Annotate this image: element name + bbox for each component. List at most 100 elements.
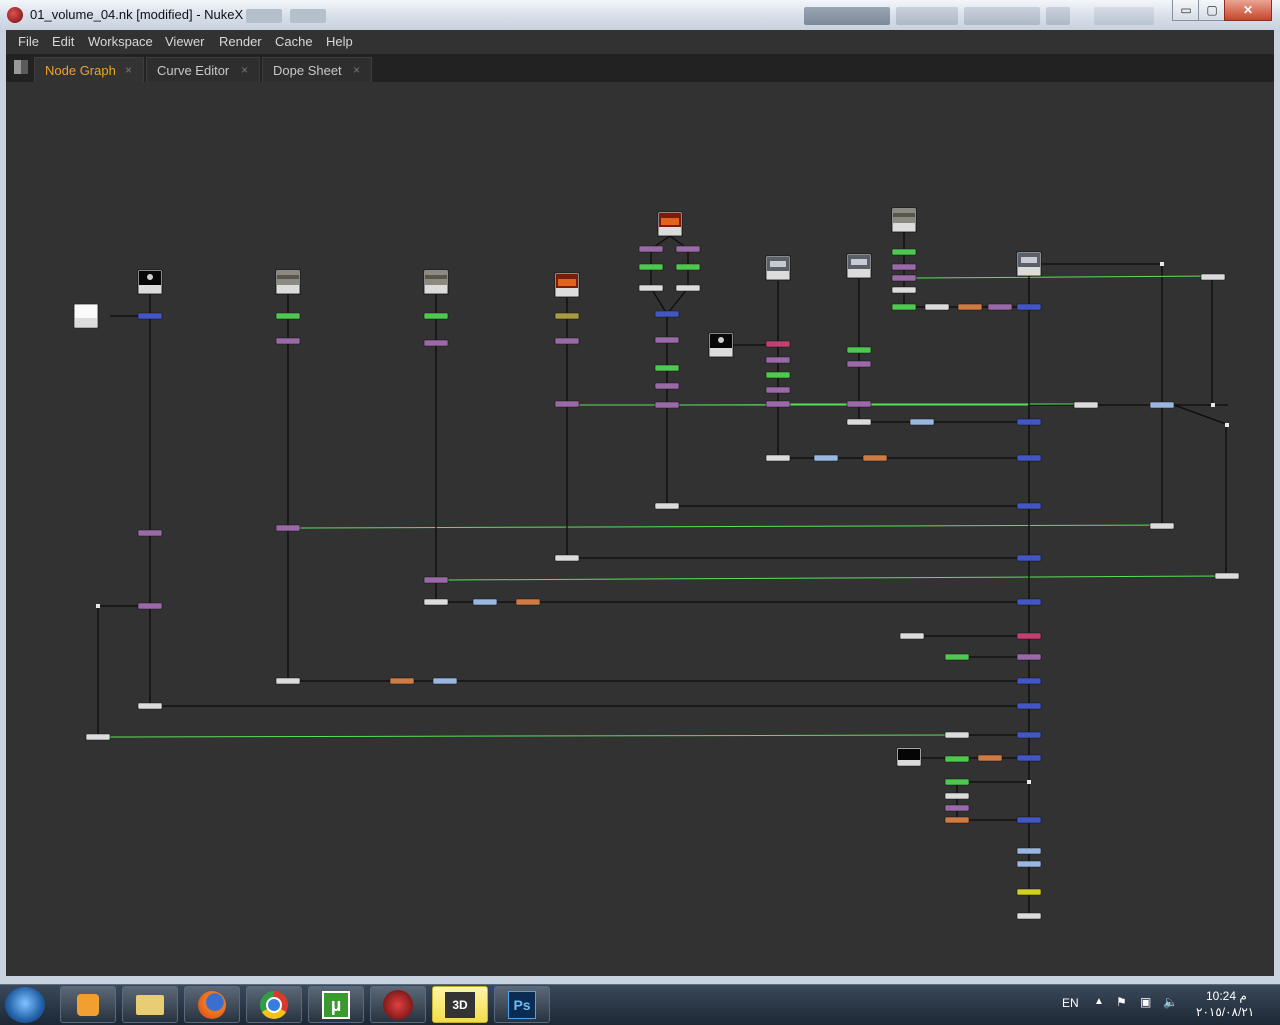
graph-node[interactable] <box>944 778 970 786</box>
graph-node[interactable] <box>1073 401 1099 409</box>
graph-node[interactable] <box>765 386 791 394</box>
graph-node[interactable] <box>899 632 925 640</box>
graph-node[interactable] <box>1149 401 1175 409</box>
graph-node[interactable] <box>1016 731 1042 739</box>
graph-node[interactable] <box>638 245 664 253</box>
graph-node[interactable] <box>891 248 917 256</box>
graph-node[interactable] <box>654 502 680 510</box>
graph-node[interactable] <box>1016 598 1042 606</box>
firefox-icon[interactable] <box>184 986 240 1023</box>
close-button[interactable]: ✕ <box>1224 0 1272 21</box>
graph-node[interactable] <box>765 356 791 364</box>
graph-node[interactable] <box>1016 754 1042 762</box>
graph-node[interactable] <box>1016 418 1042 426</box>
graph-node[interactable] <box>1016 454 1042 462</box>
graph-node[interactable] <box>275 524 301 532</box>
graph-node[interactable] <box>1016 912 1042 920</box>
graph-node[interactable] <box>846 400 872 408</box>
menu-render[interactable]: Render <box>219 34 262 49</box>
graph-node[interactable] <box>137 312 163 320</box>
utorrent-icon[interactable]: µ <box>308 986 364 1023</box>
graph-node[interactable] <box>554 312 580 320</box>
windows-media-player-icon[interactable] <box>60 986 116 1023</box>
workspace-button[interactable] <box>896 7 958 25</box>
graph-node[interactable] <box>765 400 791 408</box>
chrome-icon[interactable] <box>246 986 302 1023</box>
graph-node[interactable] <box>554 554 580 562</box>
graph-node[interactable] <box>275 337 301 345</box>
graph-node[interactable] <box>1016 888 1042 896</box>
graph-node[interactable] <box>554 337 580 345</box>
graph-node[interactable] <box>1016 303 1042 311</box>
movie-maker-icon[interactable]: 3D <box>432 986 488 1023</box>
graph-node[interactable] <box>846 418 872 426</box>
graph-node[interactable] <box>275 312 301 320</box>
graph-node[interactable] <box>675 263 701 271</box>
graph-node[interactable] <box>675 245 701 253</box>
graph-node[interactable] <box>423 598 449 606</box>
graph-node[interactable] <box>1016 847 1042 855</box>
graph-node[interactable] <box>909 418 935 426</box>
graph-node[interactable] <box>1016 554 1042 562</box>
clock-date[interactable]: ٢٠١٥/٠٨/٢١ <box>1196 1005 1254 1019</box>
graph-node[interactable] <box>423 312 449 320</box>
quick-access-button[interactable] <box>246 9 282 23</box>
pane-menu-icon[interactable] <box>14 60 28 74</box>
language-indicator[interactable]: EN <box>1062 996 1079 1010</box>
graph-node[interactable] <box>515 598 541 606</box>
photoshop-icon[interactable]: Ps <box>494 986 550 1023</box>
graph-node[interactable] <box>1214 572 1240 580</box>
graph-node[interactable] <box>891 274 917 282</box>
graph-node[interactable] <box>765 340 791 348</box>
graph-node[interactable] <box>1016 677 1042 685</box>
workspace-button[interactable] <box>964 7 1040 25</box>
tab-close-icon[interactable]: × <box>241 63 248 77</box>
graph-node[interactable] <box>389 677 415 685</box>
graph-node[interactable] <box>944 755 970 763</box>
graph-node[interactable] <box>554 400 580 408</box>
graph-node[interactable] <box>137 602 163 610</box>
graph-node[interactable] <box>1016 653 1042 661</box>
menu-cache[interactable]: Cache <box>275 34 313 49</box>
graph-node[interactable] <box>813 454 839 462</box>
start-button[interactable] <box>5 987 45 1023</box>
graph-node[interactable] <box>765 371 791 379</box>
maximize-button[interactable]: ▢ <box>1198 0 1226 21</box>
graph-node[interactable] <box>1016 860 1042 868</box>
graph-node[interactable] <box>944 653 970 661</box>
tab-close-icon[interactable]: × <box>353 63 360 77</box>
node-graph-svg[interactable] <box>6 82 1274 976</box>
nuke-icon[interactable] <box>370 986 426 1023</box>
graph-node[interactable] <box>846 346 872 354</box>
workspace-button[interactable] <box>1046 7 1070 25</box>
tab-close-icon[interactable]: × <box>125 63 132 77</box>
graph-node[interactable] <box>924 303 950 311</box>
graph-node[interactable] <box>944 731 970 739</box>
graph-node[interactable] <box>654 336 680 344</box>
workspace-button[interactable] <box>1094 7 1154 25</box>
graph-node[interactable] <box>1016 502 1042 510</box>
graph-node[interactable] <box>1149 522 1175 530</box>
graph-node[interactable] <box>987 303 1013 311</box>
graph-node[interactable] <box>957 303 983 311</box>
volume-icon[interactable]: 🔈 <box>1163 995 1178 1009</box>
graph-node[interactable] <box>638 284 664 292</box>
tab-curve-editor[interactable]: Curve Editor × <box>146 57 260 82</box>
tab-node-graph[interactable]: Node Graph × <box>34 57 144 82</box>
graph-node[interactable] <box>1016 816 1042 824</box>
graph-node[interactable] <box>891 303 917 311</box>
menu-workspace[interactable]: Workspace <box>88 34 153 49</box>
graph-node[interactable] <box>137 529 163 537</box>
node-graph-canvas[interactable] <box>6 82 1274 976</box>
graph-node[interactable] <box>472 598 498 606</box>
menu-edit[interactable]: Edit <box>52 34 74 49</box>
graph-node[interactable] <box>654 401 680 409</box>
menu-file[interactable]: File <box>18 34 39 49</box>
graph-node[interactable] <box>944 816 970 824</box>
graph-node[interactable] <box>846 360 872 368</box>
tab-dope-sheet[interactable]: Dope Sheet × <box>262 57 372 82</box>
tray-expand-icon[interactable]: ▲ <box>1094 996 1104 1007</box>
graph-node[interactable] <box>432 677 458 685</box>
workspace-button[interactable] <box>804 7 890 25</box>
graph-node[interactable] <box>423 576 449 584</box>
